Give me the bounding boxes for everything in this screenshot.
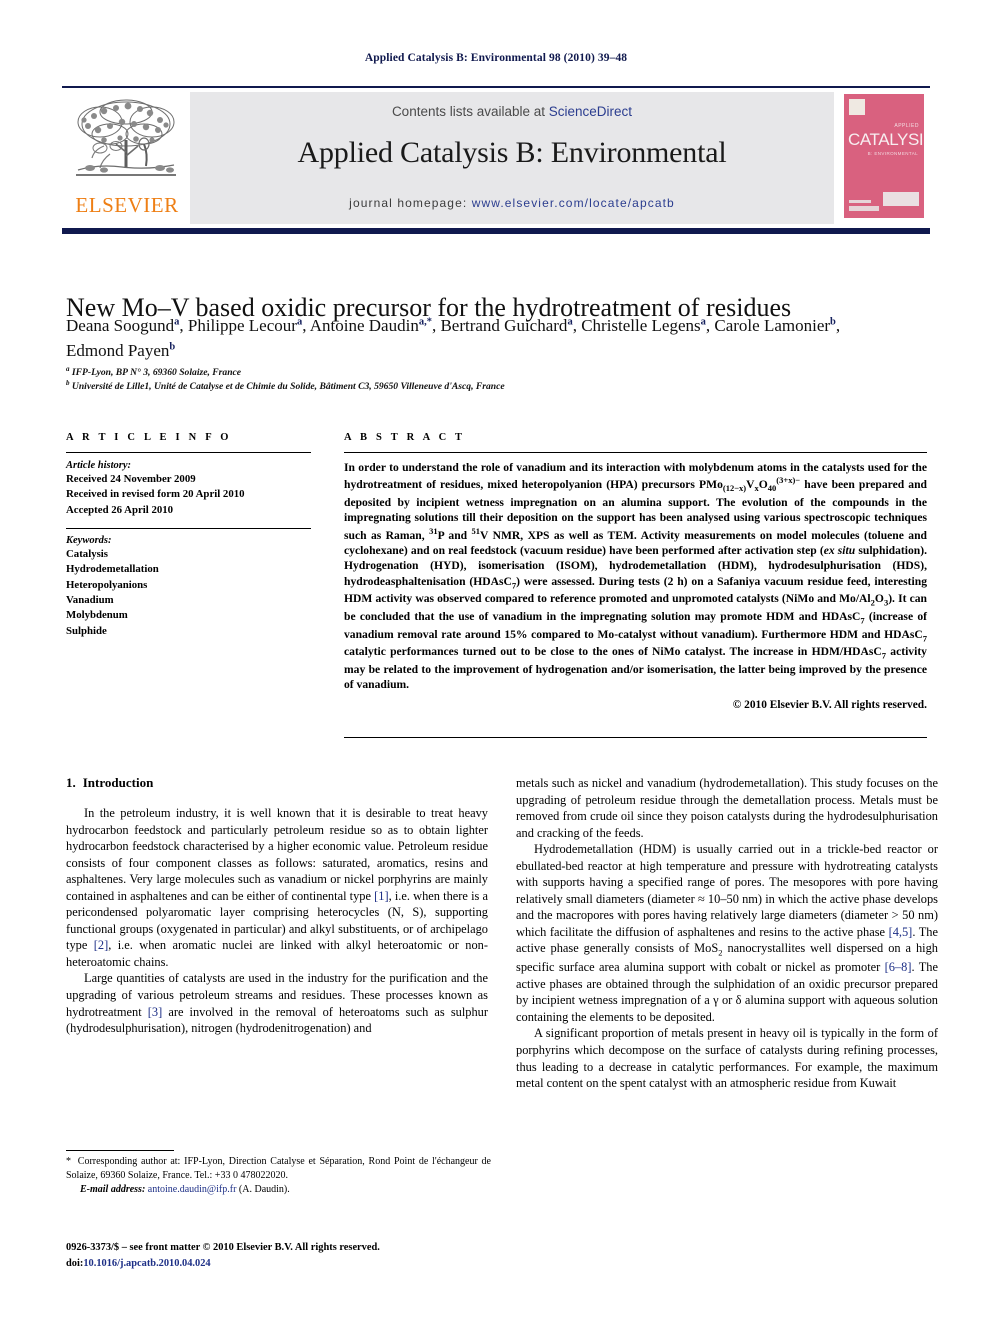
author-name: Edmond Payenb [66,340,176,360]
section-title: Introduction [82,775,154,790]
author-affiliation-mark: b [169,341,176,353]
keywords-rule [66,527,311,529]
footnote-block: * Corresponding author at: IFP-Lyon, Dir… [66,1155,491,1196]
article-history-item: Accepted 26 April 2010 [66,503,174,516]
sciencedirect-link[interactable]: ScienceDirect [549,104,632,119]
doi-label: doi: [66,1257,84,1269]
corresponding-star: * [66,1156,71,1167]
contents-prefix: Contents lists available at [391,104,549,119]
section-number: 1. [66,775,76,790]
affiliation-item: a IFP-Lyon, BP N° 3, 69360 Solaize, Fran… [66,364,242,378]
cover-subtitle-label: B: ENVIRONMENTAL [867,151,918,156]
journal-masthead: ELSEVIER Contents lists available at Sci… [62,86,930,226]
cover-sciencedirect-badge-icon [883,192,919,206]
body-paragraph: metals such as nickel and vanadium (hydr… [516,776,938,840]
author-name: Christelle Legensa [581,316,706,335]
contents-lists-line: Contents lists available at ScienceDirec… [190,104,834,119]
email-suffix: (A. Daudin). [238,1183,290,1195]
author-name: Carole Lamonierb [714,316,836,335]
intro-paragraphs-left: In the petroleum industry, it is well kn… [66,805,488,1037]
affiliation-list: a IFP-Lyon, BP N° 3, 69360 Solaize, Fran… [66,364,886,394]
abstract-text: In order to understand the role of vanad… [344,460,927,693]
email-link[interactable]: antoine.daudin@ifp.fr [148,1184,237,1195]
author-affiliation-mark: a,* [418,316,432,328]
cover-publisher-mark-icon [849,99,865,115]
article-info-rule [66,452,311,453]
masthead-center-band: Contents lists available at ScienceDirec… [190,92,834,224]
author-affiliation-mark: b [830,316,836,328]
affiliation-mark: a [66,364,70,373]
section-heading-introduction: 1. Introduction [66,775,488,791]
masthead-bottom-rule [62,228,930,234]
journal-homepage-line: journal homepage: www.elsevier.com/locat… [190,196,834,210]
issn-line: 0926-3373/$ – see front matter © 2010 El… [66,1242,380,1253]
keywords-block: Keywords: Catalysis Hydrodemetallation Het… [66,527,311,639]
affiliation-mark: b [66,379,70,387]
abstract-paragraph: In order to understand the role of vanad… [344,461,928,692]
article-info-block: A R T I C L E I N F O Article history: R… [66,432,311,639]
homepage-label: journal homepage: [349,196,468,210]
article-page: Applied Catalysis B: Environmental 98 (2… [0,0,992,1323]
abstract-bottom-rule [344,737,927,738]
homepage-url-link[interactable]: www.elsevier.com/locate/apcatb [472,196,675,210]
doi-link[interactable]: 10.1016/j.apcatb.2010.04.024 [83,1258,210,1269]
footnote-rule [66,1150,174,1151]
running-head: Applied Catalysis B: Environmental 98 (2… [364,52,628,64]
article-info-heading: A R T I C L E I N F O [66,432,232,443]
cover-image: APPLIED CATALYSIS B: ENVIRONMENTAL [844,94,924,218]
keyword-item: Molybdenum [66,609,128,622]
email-label: E-mail address: [80,1183,146,1195]
elsevier-tree-icon [76,99,176,176]
body-column-right: metals such as nickel and vanadium (hydr… [516,775,938,1092]
author-affiliation-mark: a [296,316,303,328]
keywords-list: Catalysis Hydrodemetallation Heteropolyani… [66,547,311,639]
keyword-item: Heteropolyanions [66,578,148,591]
journal-cover-thumbnail: APPLIED CATALYSIS B: ENVIRONMENTAL [834,92,930,224]
corresponding-author-note: * Corresponding author at: IFP-Lyon, Dir… [66,1156,491,1181]
affiliation-item: b Université de Lille1, Unité de Catalys… [66,379,505,393]
author-affiliation-mark: a [700,316,706,328]
body-paragraph: In the petroleum industry, it is well kn… [66,806,489,969]
author-affiliation-mark: a [174,316,180,328]
author-name: Philippe Lecoura [187,316,303,335]
article-history-item: Received 24 November 2009 [66,473,196,485]
keyword-item: Vanadium [66,593,114,606]
doi-line: doi:10.1016/j.apcatb.2010.04.024 [66,1256,536,1272]
journal-title: Applied Catalysis B: Environmental [297,136,727,169]
abstract-heading: A B S T R A C T [344,432,466,443]
author-name: Bertrand Guicharda [440,316,573,335]
body-paragraph: A significant proportion of metals prese… [516,1026,938,1091]
keyword-item: Catalysis [66,547,108,560]
abstract-block: A B S T R A C T In order to understand t… [344,432,927,711]
intro-paragraphs-right: metals such as nickel and vanadium (hydr… [516,775,938,1092]
body-column-left: 1. Introduction In the petroleum industry… [66,775,488,1037]
abstract-rule [344,452,927,453]
elsevier-logo: ELSEVIER [62,92,190,224]
author-name: Antoine Daudina,* [309,316,432,335]
abstract-copyright: © 2010 Elsevier B.V. All rights reserved… [732,698,927,711]
author-list: Deana Soogunda, Philippe Lecoura, Antoin… [66,316,841,360]
author-name: Deana Soogunda [66,316,180,335]
cover-catalysis-label: CATALYSIS [848,130,924,149]
elsevier-wordmark: ELSEVIER [75,193,179,217]
article-history-label: Article history: [66,460,132,471]
keyword-item: Hydrodemetallation [66,563,159,576]
author-affiliation-mark: a [567,316,573,328]
cover-footer-line-2 [849,200,871,203]
keyword-item: Sulphide [66,624,107,637]
article-history-item: Received in revised form 20 April 2010 [66,488,245,501]
article-history-list: Received 24 November 2009 Received in rev… [66,472,311,518]
cover-footer-line-1 [849,206,879,211]
body-paragraph: Hydrodemetallation (HDM) is usually carr… [516,842,938,1024]
body-paragraph: Large quantities of catalysts are used i… [66,971,488,1036]
issn-copyright-block: 0926-3373/$ – see front matter © 2010 El… [66,1240,536,1271]
email-note: E-mail address: antoine.daudin@ifp.fr (A… [66,1183,491,1197]
keywords-label: Keywords: [66,534,112,546]
cover-applied-label: APPLIED [894,123,919,129]
